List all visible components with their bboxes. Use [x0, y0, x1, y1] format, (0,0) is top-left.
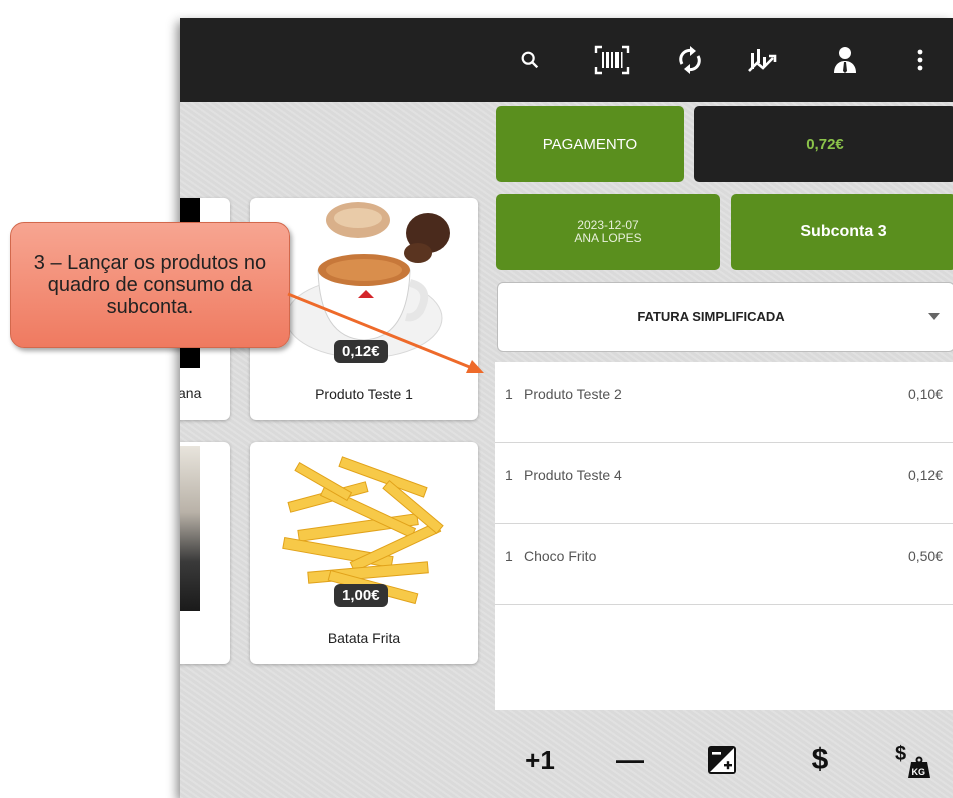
product-name-partial: ana	[180, 385, 202, 401]
document-type-value: FATURA SIMPLIFICADA	[637, 309, 785, 324]
plus-one-button[interactable]: +1	[516, 740, 564, 780]
session-info-button[interactable]: 2023-12-07 ANA LOPES	[496, 194, 720, 270]
discount-button[interactable]	[702, 740, 742, 780]
document-type-select[interactable]: FATURA SIMPLIFICADA	[497, 282, 953, 352]
dollar-icon: $	[811, 743, 829, 776]
weight-price-button[interactable]: $ KG	[888, 740, 938, 780]
top-toolbar	[180, 18, 953, 102]
line-name: Produto Teste 4	[524, 467, 622, 483]
pos-app-window: ana 0,12€ Produto Teste 1 1,00€ Batata F…	[180, 18, 953, 798]
svg-text:$: $	[895, 743, 906, 765]
more-vert-icon[interactable]	[900, 42, 940, 78]
line-name: Produto Teste 2	[524, 386, 622, 402]
price-badge: 1,00€	[334, 584, 388, 607]
product-card[interactable]: 1,00€ Batata Frita	[250, 442, 478, 664]
line-price: 0,12€	[907, 467, 943, 483]
user-icon[interactable]	[825, 42, 865, 78]
line-qty: 1	[505, 548, 513, 564]
order-line[interactable]: 1 Produto Teste 2 0,10€	[495, 362, 953, 443]
product-card-partial[interactable]	[180, 442, 230, 664]
barcode-icon[interactable]	[592, 42, 632, 78]
exposure-plus-icon	[708, 746, 736, 774]
svg-text:KG: KG	[912, 767, 926, 777]
payment-label: PAGAMENTO	[542, 135, 638, 153]
price-per-kg-icon: $ KG	[895, 743, 930, 778]
callout-text: 3 – Lançar os produtos no quadro de cons…	[33, 252, 267, 318]
minus-label: —	[616, 744, 644, 775]
order-line[interactable]: 1 Choco Frito 0,50€	[495, 524, 953, 605]
price-button[interactable]: $	[800, 740, 840, 780]
line-qty: 1	[505, 386, 513, 402]
product-name: Produto Teste 1	[315, 386, 413, 402]
price-badge: 0,12€	[334, 340, 388, 363]
plus-one-label: +1	[525, 744, 555, 775]
line-price: 0,50€	[907, 548, 943, 564]
product-name: Batata Frita	[327, 630, 401, 646]
total-amount: 0,72€	[806, 135, 844, 153]
minus-button[interactable]: —	[610, 740, 650, 780]
total-display: 0,72€	[694, 106, 953, 182]
subaccount-label: Subconta 3	[800, 223, 887, 240]
operator-name: ANA LOPES	[574, 231, 642, 245]
chart-icon[interactable]	[742, 42, 782, 78]
instruction-callout: 3 – Lançar os produtos no quadro de cons…	[10, 222, 290, 348]
search-icon[interactable]	[510, 42, 550, 78]
order-lines-list: 1 Produto Teste 2 0,10€ 1 Produto Teste …	[495, 362, 953, 710]
subaccount-button[interactable]: Subconta 3	[731, 194, 953, 270]
chevron-down-icon	[928, 313, 940, 320]
line-qty: 1	[505, 467, 513, 483]
sync-icon[interactable]	[670, 42, 710, 78]
line-price: 0,10€	[907, 386, 943, 402]
product-image	[180, 446, 200, 611]
line-name: Choco Frito	[524, 548, 597, 564]
payment-button[interactable]: PAGAMENTO	[496, 106, 684, 182]
order-line[interactable]: 1 Produto Teste 4 0,12€	[495, 443, 953, 524]
